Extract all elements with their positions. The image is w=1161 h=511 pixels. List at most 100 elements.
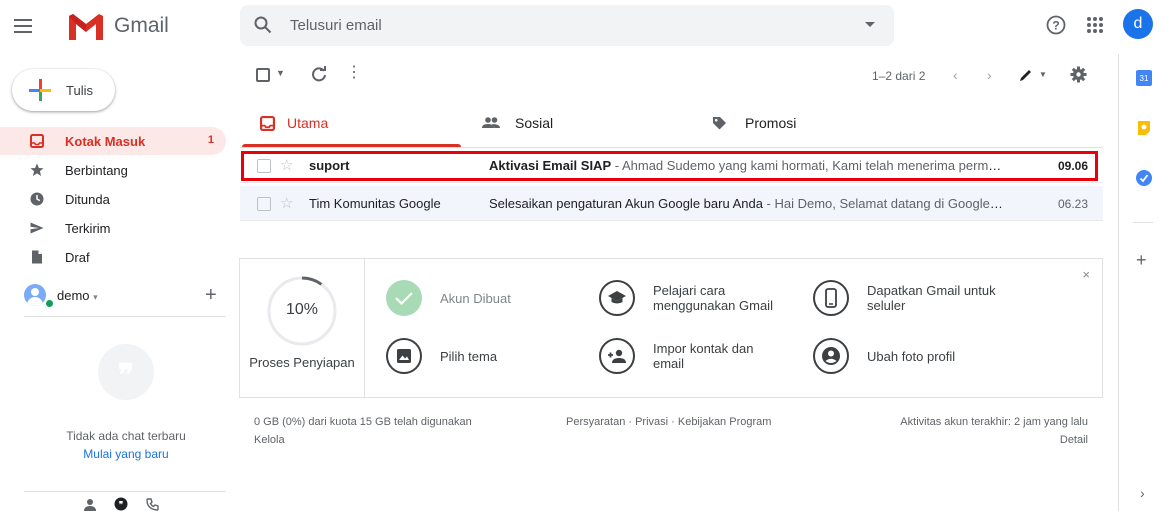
tab-label: Utama (287, 115, 329, 131)
highlight-box (241, 151, 1098, 181)
calendar-icon[interactable]: 31 (1136, 70, 1152, 86)
refresh-icon[interactable] (311, 66, 327, 82)
unread-count-badge: 1 (207, 134, 214, 146)
compose-button[interactable]: Tulis (12, 69, 115, 111)
setup-item-label: Akun Dibuat (440, 290, 511, 306)
sidebar-item-label: Kotak Masuk (65, 134, 146, 149)
hangouts-username[interactable]: demo ▾ (57, 288, 98, 303)
manage-storage-link[interactable]: Kelola (254, 434, 285, 446)
chevron-down-icon: ▾ (93, 292, 98, 302)
more-options-icon[interactable]: ⋮ (346, 65, 362, 81)
last-activity: Aktivitas akun terakhir: 2 jam yang lalu (900, 416, 1088, 428)
bottom-divider (24, 491, 226, 492)
email-sender: Tim Komunitas Google (309, 196, 441, 211)
setup-item-mobile[interactable]: Dapatkan Gmail untuk seluler (813, 280, 1007, 316)
brand-name: Gmail (114, 14, 169, 37)
new-chat-button[interactable]: + (205, 284, 217, 307)
main-menu-button[interactable] (14, 19, 32, 33)
hangouts-icon[interactable]: ❞ (114, 497, 128, 511)
previous-page-icon[interactable]: ‹ (953, 67, 958, 83)
progress-label: Proses Penyiapan (249, 355, 355, 370)
sidebar-item-inbox[interactable]: Kotak Masuk 1 (0, 127, 226, 155)
search-options-icon[interactable] (865, 22, 875, 27)
help-icon[interactable]: ? (1046, 15, 1066, 35)
setup-item-theme[interactable]: Pilih tema (386, 338, 497, 374)
no-chat-text: Tidak ada chat terbaru (66, 429, 186, 443)
email-snippet: - Hai Demo, Selamat datang di Google. … (762, 196, 1004, 211)
clock-icon (30, 192, 44, 206)
details-link[interactable]: Detail (1060, 434, 1088, 446)
setup-item-profile-photo[interactable]: Ubah foto profil (813, 338, 955, 374)
search-icon[interactable] (254, 16, 272, 34)
image-icon (386, 338, 422, 374)
select-dropdown-icon[interactable]: ▼ (276, 68, 285, 78)
online-status-icon (45, 299, 54, 308)
sidebar-item-label: Draf (65, 250, 90, 265)
tab-label: Promosi (745, 115, 797, 131)
close-icon[interactable]: × (1082, 267, 1090, 282)
email-subject: Selesaikan pengaturan Akun Google baru A… (489, 196, 763, 211)
tab-social[interactable]: Sosial (462, 100, 684, 147)
apps-grid-icon[interactable] (1087, 17, 1103, 33)
settings-gear-icon[interactable] (1070, 66, 1087, 83)
input-tools-icon[interactable] (1019, 68, 1035, 82)
setup-item-import[interactable]: Impor kontak dan email (599, 338, 781, 374)
inbox-icon (30, 134, 44, 148)
email-row[interactable]: ☆ Tim Komunitas Google Selesaikan pengat… (240, 186, 1103, 221)
footer-links[interactable]: Persyaratan · Privasi · Kebijakan Progra… (566, 416, 771, 428)
sidebar-item-starred[interactable]: Berbintang (0, 156, 226, 184)
pagination-text: 1–2 dari 2 (872, 69, 926, 83)
send-icon (30, 222, 44, 234)
card-divider (364, 259, 365, 397)
tab-promotions[interactable]: Promosi (692, 100, 914, 147)
sidebar-item-label: Terkirim (65, 221, 111, 236)
select-all-checkbox[interactable] (256, 68, 270, 82)
setup-item-account-created: Akun Dibuat (386, 280, 511, 316)
sidebar-item-label: Ditunda (65, 192, 110, 207)
keep-icon[interactable] (1137, 120, 1151, 136)
storage-quota: 0 GB (0%) dari kuota 15 GB telah digunak… (254, 416, 472, 428)
setup-item-label: Pelajari cara menggunakan Gmail (653, 283, 773, 313)
account-avatar[interactable]: d (1123, 9, 1153, 39)
email-subject-line: Selesaikan pengaturan Akun Google baru A… (489, 196, 1004, 211)
person-icon[interactable] (84, 498, 96, 511)
add-contact-icon (599, 338, 635, 374)
check-icon (386, 280, 422, 316)
svg-text:❞: ❞ (119, 500, 123, 509)
search-bar[interactable]: Telusuri email (240, 5, 894, 46)
search-input[interactable]: Telusuri email (290, 17, 382, 34)
start-chat-link[interactable]: Mulai yang baru (0, 447, 252, 461)
account-circle-icon (813, 338, 849, 374)
sidebar-item-sent[interactable]: Terkirim (0, 214, 226, 242)
gmail-logo[interactable] (66, 12, 106, 45)
people-icon (482, 117, 500, 128)
tab-primary[interactable]: Utama (240, 100, 462, 147)
setup-progress-card: 10% Proses Penyiapan Akun Dibuat Pelajar… (239, 258, 1103, 398)
next-page-icon[interactable]: › (987, 67, 992, 83)
sidebar-item-label: Berbintang (65, 163, 128, 178)
email-date: 06.23 (1057, 197, 1088, 211)
phone-call-icon[interactable] (146, 498, 159, 511)
rail-divider (1133, 222, 1153, 223)
setup-item-label: Dapatkan Gmail untuk seluler (867, 283, 996, 313)
expand-panel-icon[interactable]: › (1140, 485, 1145, 501)
hangouts-divider (24, 316, 226, 317)
star-icon[interactable]: ☆ (280, 194, 293, 212)
plus-icon (29, 79, 51, 101)
setup-item-label: Impor kontak dan email (653, 341, 754, 371)
progress-percent: 10% (285, 301, 319, 318)
add-addon-icon[interactable]: + (1136, 250, 1147, 271)
email-checkbox[interactable] (257, 197, 271, 211)
star-icon (30, 163, 44, 176)
setup-item-label: Ubah foto profil (867, 348, 956, 364)
user-avatar-icon (24, 284, 46, 306)
phone-icon (813, 280, 849, 316)
hangouts-quote-icon: ❞ (98, 344, 154, 400)
sidebar-item-drafts[interactable]: Draf (0, 243, 226, 271)
setup-item-learn-gmail[interactable]: Pelajari cara menggunakan Gmail (599, 280, 781, 316)
svg-text:?: ? (1052, 19, 1059, 33)
sidebar-item-snoozed[interactable]: Ditunda (0, 185, 226, 213)
hangouts-user[interactable] (24, 284, 46, 306)
input-tools-dropdown-icon[interactable]: ▼ (1039, 70, 1047, 79)
tasks-icon[interactable] (1136, 170, 1152, 186)
